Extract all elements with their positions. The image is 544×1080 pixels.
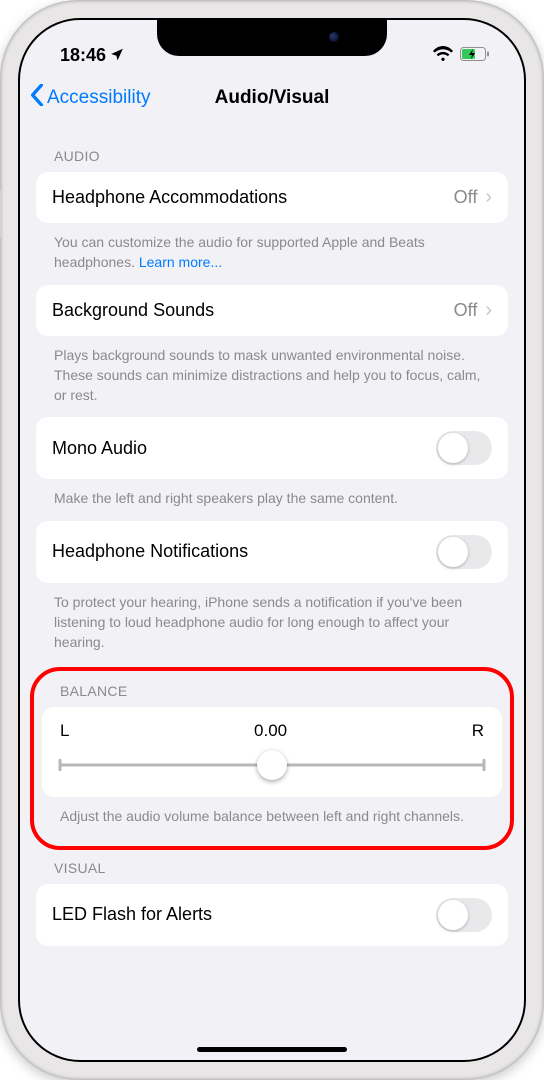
balance-left-label: L	[60, 721, 69, 741]
home-indicator[interactable]	[197, 1047, 347, 1052]
highlight-annotation: BALANCE L 0.00 R Adjust the audio volume…	[30, 667, 514, 850]
nav-bar: Accessibility Audio/Visual	[18, 70, 526, 126]
balance-footer: Adjust the audio volume balance between …	[42, 797, 502, 838]
section-header-balance: BALANCE	[42, 677, 502, 707]
cell-label: Mono Audio	[52, 438, 147, 459]
slider-tick-left	[59, 759, 62, 771]
cell-value: Off	[454, 300, 478, 321]
headphone-notifications-toggle[interactable]	[436, 535, 492, 569]
cell-label: Headphone Accommodations	[52, 187, 287, 208]
cell-label: Headphone Notifications	[52, 541, 248, 562]
back-label: Accessibility	[47, 87, 150, 109]
cell-value: Off	[454, 187, 478, 208]
led-flash-cell[interactable]: LED Flash for Alerts	[36, 884, 508, 946]
section-header-audio: AUDIO	[36, 134, 508, 172]
balance-right-label: R	[472, 721, 484, 741]
screen: 18:46	[18, 18, 526, 1062]
mono-audio-cell[interactable]: Mono Audio	[36, 417, 508, 479]
notch	[157, 18, 387, 56]
wifi-icon	[433, 45, 453, 66]
learn-more-link[interactable]: Learn more...	[139, 254, 222, 270]
settings-content[interactable]: AUDIO Headphone Accommodations Off › You…	[18, 126, 526, 1044]
balance-value: 0.00	[254, 721, 287, 741]
balance-cell: L 0.00 R	[42, 707, 502, 797]
headphone-accommodations-footer: You can customize the audio for supporte…	[36, 223, 508, 285]
headphone-accommodations-cell[interactable]: Headphone Accommodations Off ›	[36, 172, 508, 223]
mono-audio-toggle[interactable]	[436, 431, 492, 465]
chevron-left-icon	[30, 84, 44, 112]
slider-thumb[interactable]	[257, 750, 287, 780]
back-button[interactable]: Accessibility	[30, 84, 150, 112]
chevron-right-icon: ›	[485, 299, 492, 322]
chevron-right-icon: ›	[485, 186, 492, 209]
balance-slider[interactable]	[60, 753, 484, 777]
mono-audio-footer: Make the left and right speakers play th…	[36, 479, 508, 520]
status-time: 18:46	[60, 45, 106, 66]
cell-label: Background Sounds	[52, 300, 214, 321]
phone-frame: 18:46	[0, 0, 544, 1080]
battery-charging-icon	[460, 45, 490, 66]
slider-tick-right	[483, 759, 486, 771]
cell-label: LED Flash for Alerts	[52, 904, 212, 925]
background-sounds-footer: Plays background sounds to mask unwanted…	[36, 336, 508, 418]
location-icon	[110, 45, 124, 66]
headphone-notifications-cell[interactable]: Headphone Notifications	[36, 521, 508, 583]
headphone-notifications-footer: To protect your hearing, iPhone sends a …	[36, 583, 508, 665]
led-flash-toggle[interactable]	[436, 898, 492, 932]
section-header-visual: VISUAL	[36, 856, 508, 884]
background-sounds-cell[interactable]: Background Sounds Off ›	[36, 285, 508, 336]
